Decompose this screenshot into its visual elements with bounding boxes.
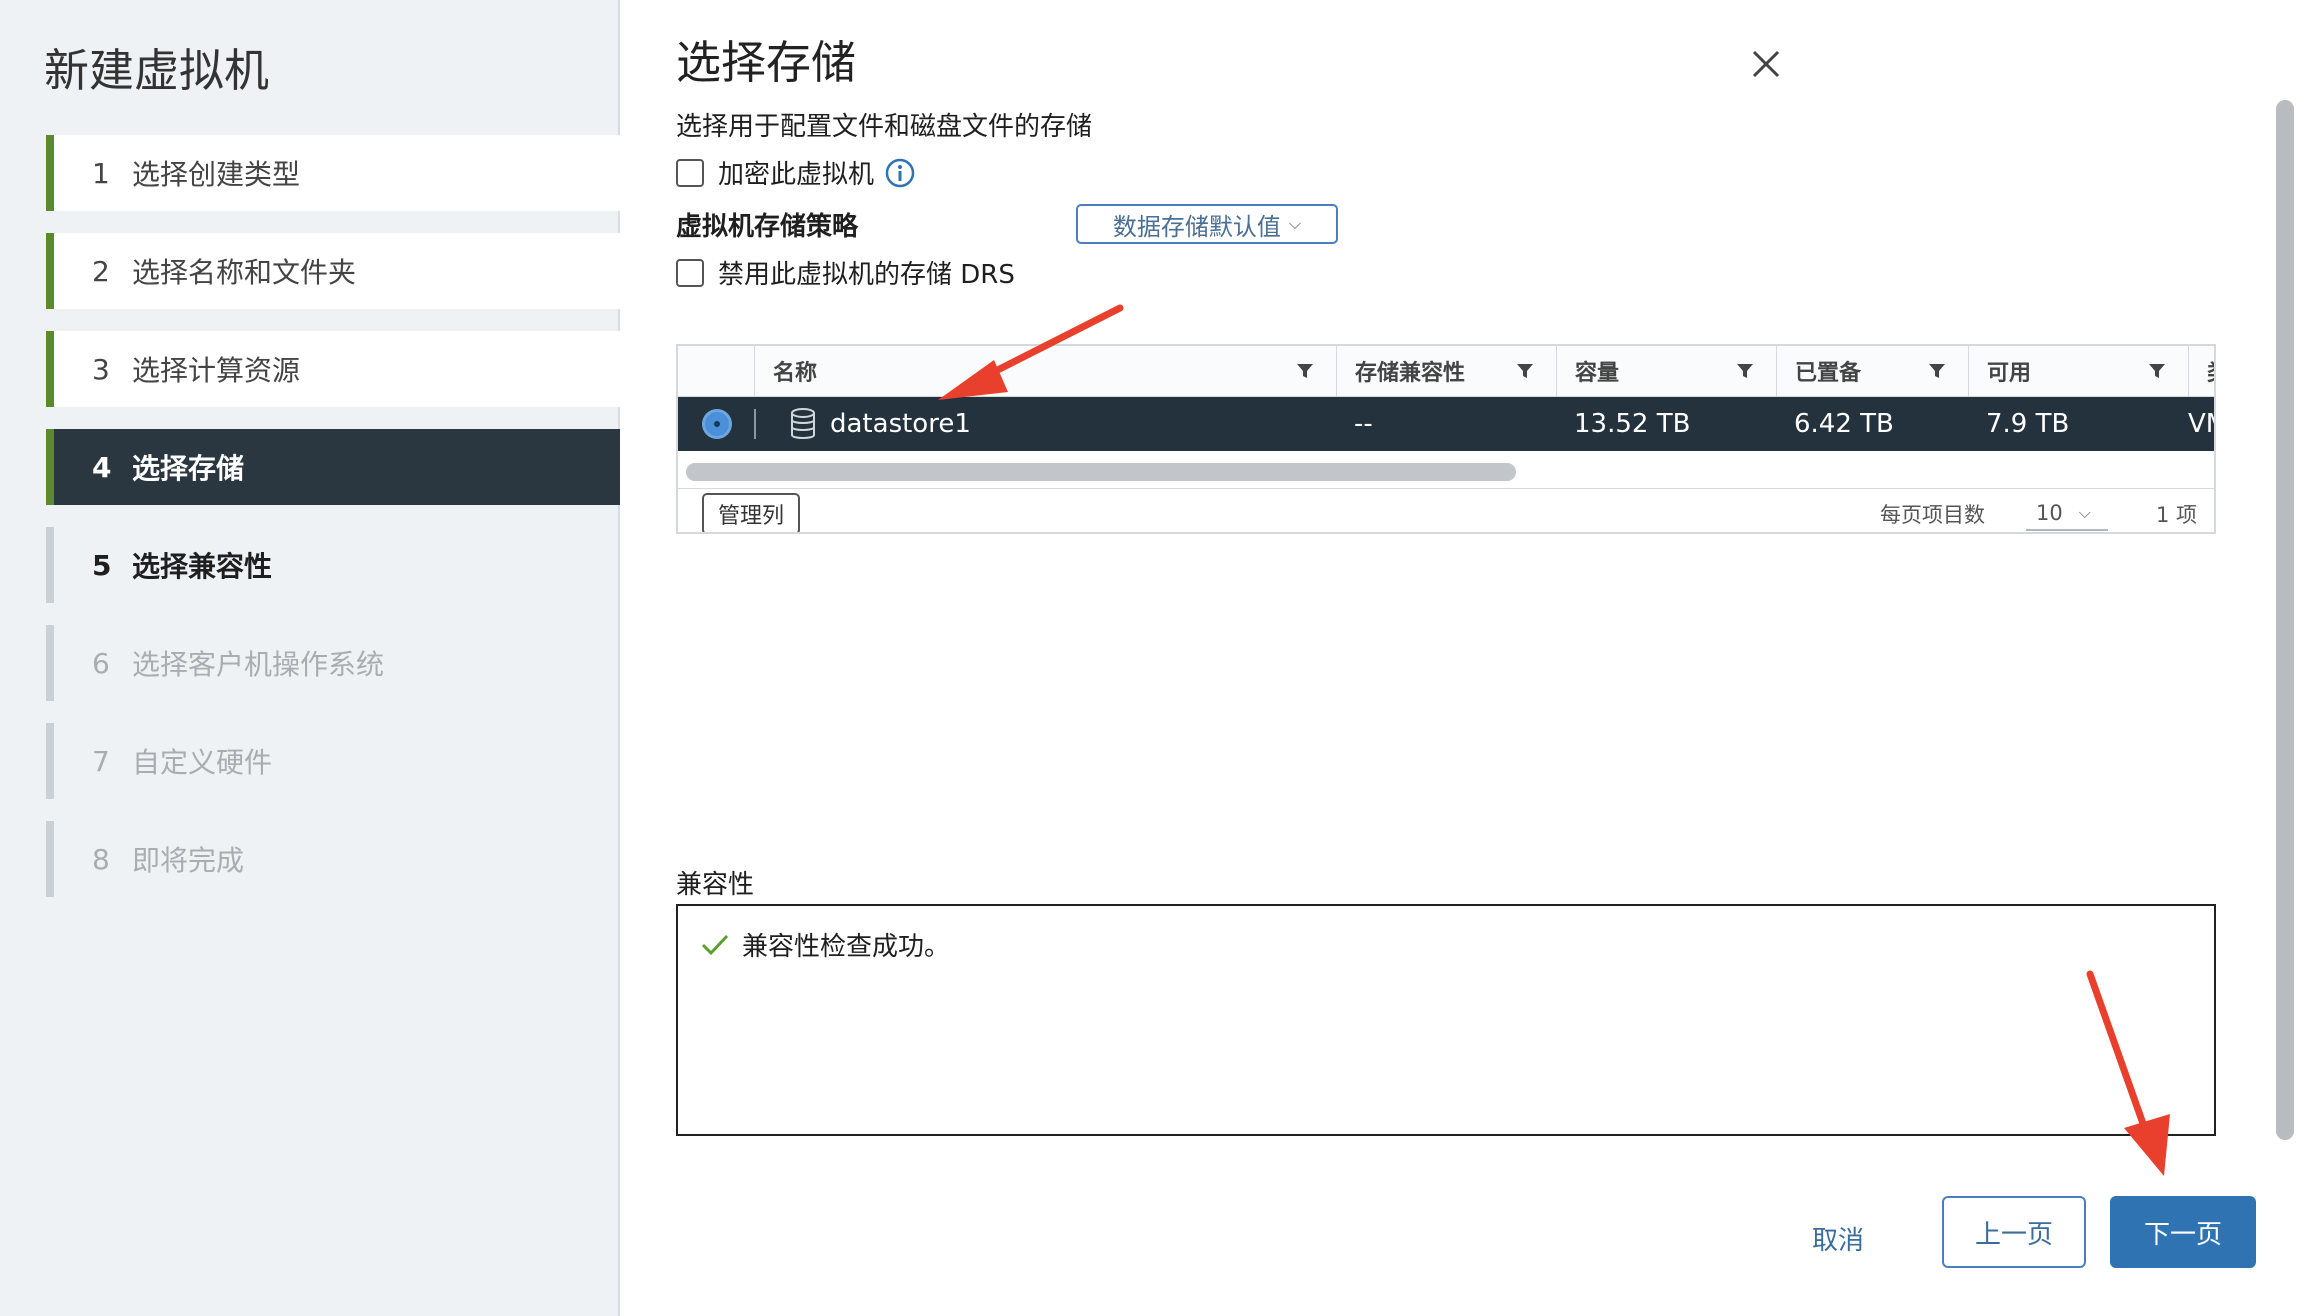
datastore-icon [791, 408, 815, 439]
encrypt-vm-label: 加密此虚拟机 [718, 160, 875, 190]
next-button[interactable]: 下一页 [2110, 1196, 2256, 1268]
horizontal-scrollbar[interactable] [686, 463, 1516, 481]
cell-type: VM [2188, 409, 2214, 439]
wizard-step-6: 6 选择客户机操作系统 [46, 625, 620, 701]
manage-columns-button[interactable]: 管理列 [702, 493, 800, 532]
column-label: 容量 [1575, 361, 1620, 386]
compatibility-text: 兼容性检查成功。 [742, 932, 951, 962]
wizard-step-2[interactable]: 2 选择名称和文件夹 [46, 233, 620, 309]
cell-provisioned: 6.42 TB [1794, 409, 1894, 439]
close-icon[interactable] [1746, 44, 1786, 84]
column-header-type[interactable]: 类 [2188, 346, 2214, 396]
wizard-step-8: 8 即将完成 [46, 821, 620, 897]
per-page-label: 每页项目数 [1880, 503, 1985, 527]
grid-footer: 管理列 每页项目数 10 ⌵ 1 项 [678, 488, 2214, 532]
cancel-button[interactable]: 取消 [1812, 1220, 1864, 1257]
vertical-scrollbar[interactable] [2276, 100, 2294, 1140]
column-header-name[interactable]: 名称 [754, 346, 1336, 396]
step-number: 8 [92, 842, 110, 876]
compatibility-message: 兼容性检查成功。 [700, 926, 950, 963]
step-label: 选择存储 [132, 452, 245, 485]
step-number: 3 [92, 352, 110, 386]
chevron-down-icon: ⌵ [2078, 503, 2091, 522]
per-page-value: 10 [2036, 501, 2063, 525]
column-header-provisioned[interactable]: 已置备 [1776, 346, 1968, 396]
step-label: 自定义硬件 [132, 746, 273, 779]
filter-icon[interactable] [2148, 362, 2166, 380]
wizard-step-5[interactable]: 5 选择兼容性 [46, 527, 620, 603]
column-header-free[interactable]: 可用 [1968, 346, 2188, 396]
step-label: 选择创建类型 [132, 158, 301, 191]
column-header-capacity[interactable]: 容量 [1556, 346, 1776, 396]
step-label: 即将完成 [132, 844, 245, 877]
filter-icon[interactable] [1516, 362, 1534, 380]
grid-header: 名称 存储兼容性 容量 已置备 可用 类 [678, 346, 2214, 397]
encrypt-vm-option[interactable]: 加密此虚拟机 [676, 154, 916, 191]
datastore-grid: 名称 存储兼容性 容量 已置备 可用 类 [676, 344, 2216, 534]
step-number: 5 [92, 548, 112, 582]
back-button[interactable]: 上一页 [1942, 1196, 2086, 1268]
wizard-step-7: 7 自定义硬件 [46, 723, 620, 799]
page-title: 选择存储 [676, 36, 857, 89]
per-page-select[interactable]: 10 ⌵ [2026, 497, 2108, 531]
cell-compat: -- [1354, 409, 1373, 439]
filter-icon[interactable] [1296, 362, 1314, 380]
check-icon [701, 934, 729, 955]
storage-policy-label: 虚拟机存储策略 [676, 212, 859, 242]
wizard-step-4[interactable]: 4 选择存储 [46, 429, 620, 505]
step-label: 选择兼容性 [132, 550, 273, 583]
step-number: 4 [92, 450, 112, 484]
step-number: 7 [92, 744, 110, 778]
wizard-step-3[interactable]: 3 选择计算资源 [46, 331, 620, 407]
disable-drs-checkbox[interactable] [676, 258, 704, 287]
column-label: 存储兼容性 [1355, 361, 1466, 386]
step-number: 6 [92, 646, 110, 680]
encrypt-vm-checkbox[interactable] [676, 158, 704, 187]
step-label: 选择客户机操作系统 [132, 648, 385, 681]
column-label: 已置备 [1795, 361, 1862, 386]
row-select-radio[interactable] [702, 409, 732, 439]
compatibility-panel: 兼容性检查成功。 [676, 904, 2216, 1136]
column-label: 名称 [773, 361, 818, 386]
page-subtitle: 选择用于配置文件和磁盘文件的存储 [676, 112, 1093, 142]
column-header-compat[interactable]: 存储兼容性 [1336, 346, 1556, 396]
wizard-title: 新建虚拟机 [44, 44, 270, 97]
step-label: 选择名称和文件夹 [132, 256, 357, 289]
wizard-content: 选择存储 选择用于配置文件和磁盘文件的存储 加密此虚拟机 虚拟机存储策略 数据存… [622, 0, 2306, 1316]
table-row[interactable]: datastore1 -- 13.52 TB 6.42 TB 7.9 TB VM [678, 397, 2214, 451]
row-divider [754, 409, 756, 439]
column-label: 可用 [1987, 361, 2032, 386]
cell-capacity: 13.52 TB [1574, 409, 1691, 439]
filter-icon[interactable] [1928, 362, 1946, 380]
info-icon[interactable] [884, 157, 916, 189]
item-count: 1 项 [2156, 503, 2198, 527]
cell-free: 7.9 TB [1986, 409, 2070, 439]
storage-policy-value: 数据存储默认值 [1112, 212, 1281, 241]
step-label: 选择计算资源 [132, 354, 301, 387]
wizard-steps: 1 选择创建类型 2 选择名称和文件夹 3 选择计算资源 4 选择存储 5 选择… [46, 135, 620, 919]
datastore-name: datastore1 [830, 409, 971, 439]
wizard-sidebar: 新建虚拟机 1 选择创建类型 2 选择名称和文件夹 3 选择计算资源 4 选择存… [0, 0, 620, 1316]
cell-name: datastore1 [790, 397, 971, 451]
storage-policy-dropdown[interactable]: 数据存储默认值 ⌵ [1076, 204, 1338, 244]
filter-icon[interactable] [1736, 362, 1754, 380]
compatibility-label: 兼容性 [676, 870, 755, 900]
wizard-step-1[interactable]: 1 选择创建类型 [46, 135, 620, 211]
step-number: 2 [92, 254, 110, 288]
disable-drs-label: 禁用此虚拟机的存储 DRS [718, 260, 1015, 290]
step-number: 1 [92, 156, 110, 190]
column-label: 类 [2207, 355, 2214, 387]
disable-drs-option[interactable]: 禁用此虚拟机的存储 DRS [676, 254, 1015, 291]
chevron-down-icon: ⌵ [1288, 214, 1302, 233]
select-column-header [678, 346, 754, 396]
